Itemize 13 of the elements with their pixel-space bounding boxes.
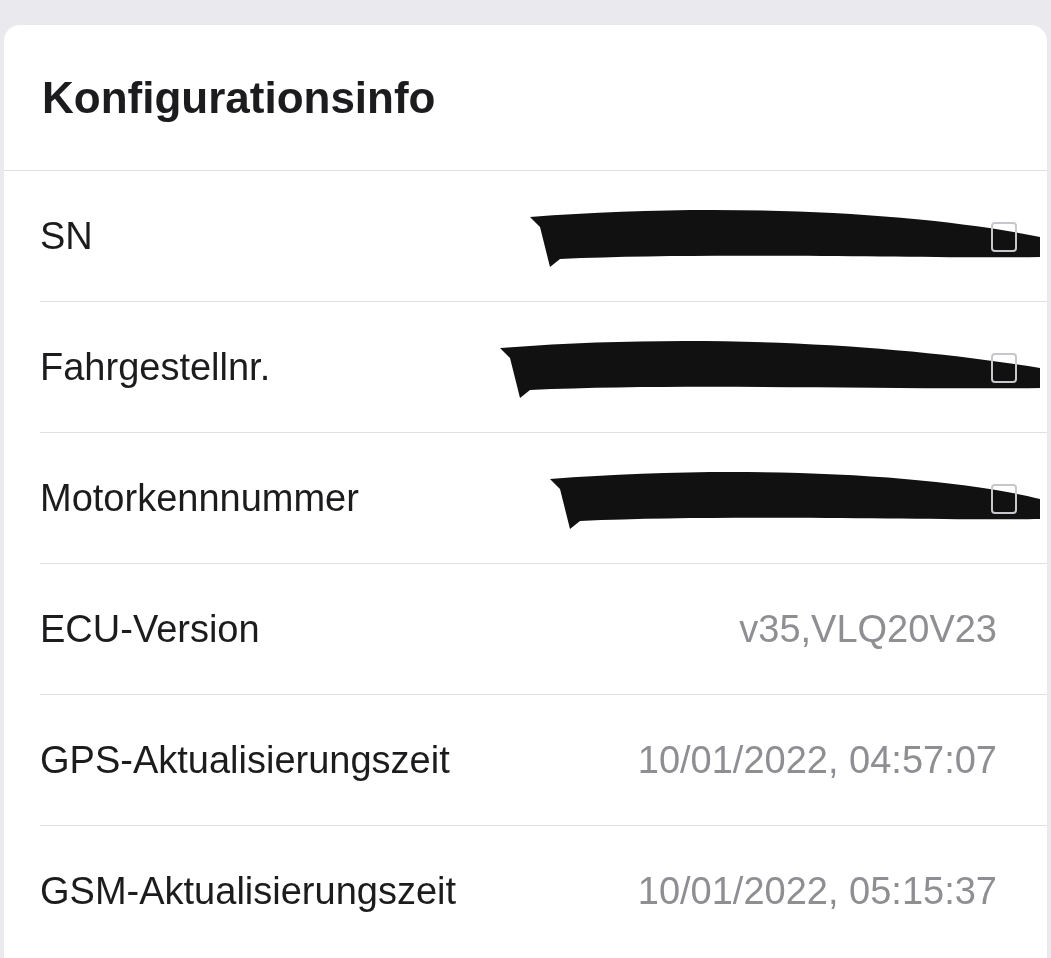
card-title: Konfigurationsinfo (42, 71, 436, 124)
info-label: GSM-Aktualisierungszeit (40, 869, 457, 914)
info-value: 10/01/2022, 05:15:37 (637, 869, 997, 914)
copy-icon[interactable] (991, 352, 1017, 383)
info-label: SN (40, 214, 93, 259)
info-label: GPS-Aktualisierungszeit (40, 738, 450, 783)
info-value: v35,VLQ20V23 (739, 607, 997, 652)
info-label: Motorkennnummer (40, 476, 359, 521)
copy-icon[interactable] (991, 221, 1017, 252)
info-value: 10/01/2022, 04:57:07 (637, 738, 997, 783)
copy-icon[interactable] (991, 483, 1017, 514)
info-label: ECU-Version (40, 607, 260, 652)
info-label: Fahrgestellnr. (40, 345, 271, 390)
